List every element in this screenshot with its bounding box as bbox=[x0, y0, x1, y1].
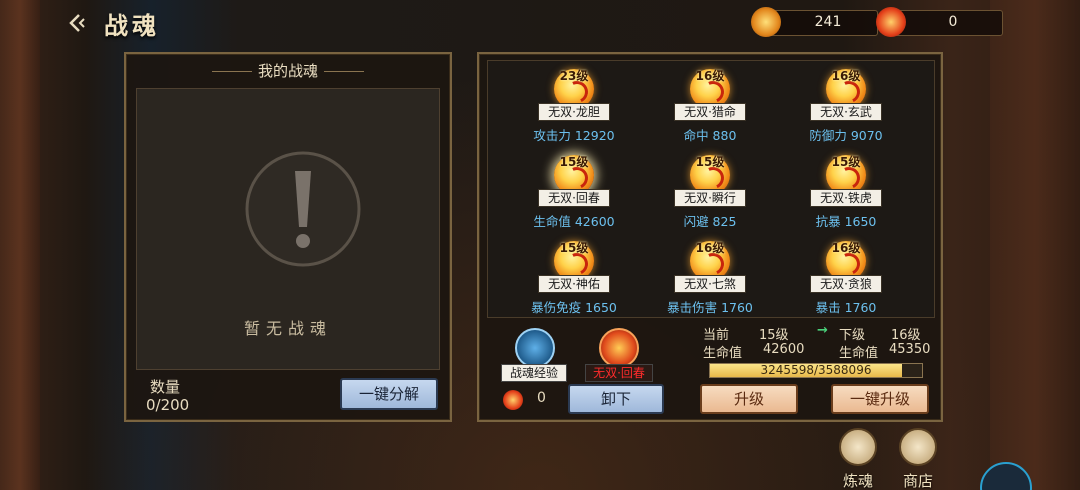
refine-label: 炼魂 bbox=[842, 472, 873, 490]
arrow-right-icon: → bbox=[817, 323, 828, 338]
hp-label: 生命值 bbox=[703, 346, 743, 361]
soul-grid: 23级 无双·龙胆 攻击力 12920 16级 无双·猎命 命中 880 16级… bbox=[487, 60, 935, 318]
title-ornament bbox=[211, 71, 252, 72]
shop-icon bbox=[899, 428, 937, 466]
soul-level: 16级 bbox=[831, 69, 861, 83]
soul-name: 无双·神佑 bbox=[538, 275, 610, 293]
selected-soul-icon bbox=[599, 328, 639, 368]
swirl-icon bbox=[839, 428, 877, 466]
decompose-all-button[interactable]: 一键分解 bbox=[340, 378, 438, 410]
soul-name: 无双·玄武 bbox=[810, 103, 882, 121]
soul-slot[interactable]: 15级 无双·神佑 暴伤免疫 1650 bbox=[514, 239, 634, 319]
soul-level: 15级 bbox=[559, 155, 589, 169]
fire-crystal-icon bbox=[751, 7, 781, 37]
soul-level: 15级 bbox=[831, 155, 861, 169]
exp-progress-bar: 3245598/3588096 bbox=[709, 363, 923, 378]
soul-level: 23级 bbox=[559, 69, 589, 83]
soul-name: 无双·瞬行 bbox=[674, 189, 746, 207]
top-bar: 战魂 241 0 bbox=[0, 0, 1080, 48]
soul-level: 16级 bbox=[831, 241, 861, 255]
selected-soul-label: 无双·回春 bbox=[585, 364, 653, 382]
equipped-souls-panel: 23级 无双·龙胆 攻击力 12920 16级 无双·猎命 命中 880 16级… bbox=[477, 52, 943, 422]
soul-level: 15级 bbox=[695, 155, 725, 169]
soul-level: 16级 bbox=[695, 241, 725, 255]
soul-slot[interactable]: 16级 无双·贪狼 暴击 1760 bbox=[786, 239, 906, 319]
refine-soul-button[interactable]: 炼魂 bbox=[836, 428, 880, 490]
soul-slot[interactable]: 16级 无双·七煞 暴击伤害 1760 bbox=[650, 239, 770, 319]
next-hp: 45350 bbox=[889, 342, 931, 357]
shop-button[interactable]: 商店 bbox=[896, 428, 940, 490]
currency-fire-crystal: 241 bbox=[751, 7, 878, 37]
exp-label: 战魂经验 bbox=[501, 364, 567, 382]
soul-name: 无双·回春 bbox=[538, 189, 610, 207]
soul-name: 无双·贪狼 bbox=[810, 275, 882, 293]
flame-orb-icon bbox=[876, 7, 906, 37]
left-pillar bbox=[0, 0, 40, 490]
current-level: 15级 bbox=[759, 328, 789, 343]
soul-level: 15级 bbox=[559, 241, 589, 255]
soul-stat: 生命值 42600 bbox=[533, 214, 615, 229]
soul-name: 无双·铁虎 bbox=[810, 189, 882, 207]
next-label: 下级 bbox=[839, 328, 866, 343]
soul-slot-selected[interactable]: 15级 无双·回春 生命值 42600 bbox=[514, 153, 634, 233]
exclamation-icon bbox=[245, 151, 361, 267]
currency-flame-orb: 0 bbox=[876, 7, 1003, 37]
soul-slot[interactable]: 23级 无双·龙胆 攻击力 12920 bbox=[514, 67, 634, 147]
my-souls-title: 我的战魂 bbox=[257, 62, 318, 80]
soul-slot[interactable]: 16级 无双·猎命 命中 880 bbox=[650, 67, 770, 147]
flame-orb-icon bbox=[503, 390, 523, 410]
right-pillar bbox=[990, 0, 1080, 490]
soul-stat: 暴击 1760 bbox=[815, 300, 877, 315]
exp-progress-text: 3245598/3588096 bbox=[760, 363, 872, 377]
my-souls-panel: 我的战魂 暂无战魂 数量 0/200 一键分解 bbox=[124, 52, 452, 422]
soul-slot[interactable]: 15级 无双·铁虎 抗暴 1650 bbox=[786, 153, 906, 233]
exp-value: 0 bbox=[537, 390, 546, 406]
soul-name: 无双·龙胆 bbox=[538, 103, 610, 121]
back-arrow-icon[interactable] bbox=[64, 10, 90, 36]
next-level: 16级 bbox=[891, 328, 921, 343]
soul-stat: 攻击力 12920 bbox=[533, 128, 615, 143]
currency-value: 241 bbox=[814, 14, 842, 30]
soul-slot[interactable]: 15级 无双·瞬行 闪避 825 bbox=[650, 153, 770, 233]
currency-value: 0 bbox=[948, 14, 958, 30]
empty-text: 暂无战魂 bbox=[243, 319, 332, 338]
hp-label-next: 生命值 bbox=[839, 346, 879, 361]
shop-label: 商店 bbox=[902, 472, 933, 490]
soul-slot[interactable]: 16级 无双·玄武 防御力 9070 bbox=[786, 67, 906, 147]
soul-level: 16级 bbox=[695, 69, 725, 83]
soul-name: 无双·猎命 bbox=[674, 103, 746, 121]
current-label: 当前 bbox=[703, 328, 730, 343]
panel-title: 我的战魂 bbox=[126, 60, 450, 81]
soul-stat: 闪避 825 bbox=[683, 214, 737, 229]
current-hp: 42600 bbox=[763, 342, 805, 357]
soul-name: 无双·七煞 bbox=[674, 275, 746, 293]
page-title: 战魂 bbox=[104, 12, 160, 40]
title-ornament bbox=[324, 71, 364, 72]
soul-exp-icon bbox=[515, 328, 555, 368]
soul-stat: 暴伤免疫 1650 bbox=[531, 300, 617, 315]
soul-stat: 防御力 9070 bbox=[809, 128, 883, 143]
unequip-button[interactable]: 卸下 bbox=[568, 384, 664, 414]
upgrade-all-button[interactable]: 一键升级 bbox=[831, 384, 929, 414]
count-value: 0/200 bbox=[146, 396, 190, 414]
soul-stat: 命中 880 bbox=[683, 128, 737, 143]
soul-inventory: 暂无战魂 bbox=[136, 88, 440, 370]
upgrade-button[interactable]: 升级 bbox=[700, 384, 798, 414]
soul-stat: 抗暴 1650 bbox=[815, 214, 877, 229]
soul-stat: 暴击伤害 1760 bbox=[667, 300, 753, 315]
count-label: 数量 bbox=[150, 378, 181, 396]
